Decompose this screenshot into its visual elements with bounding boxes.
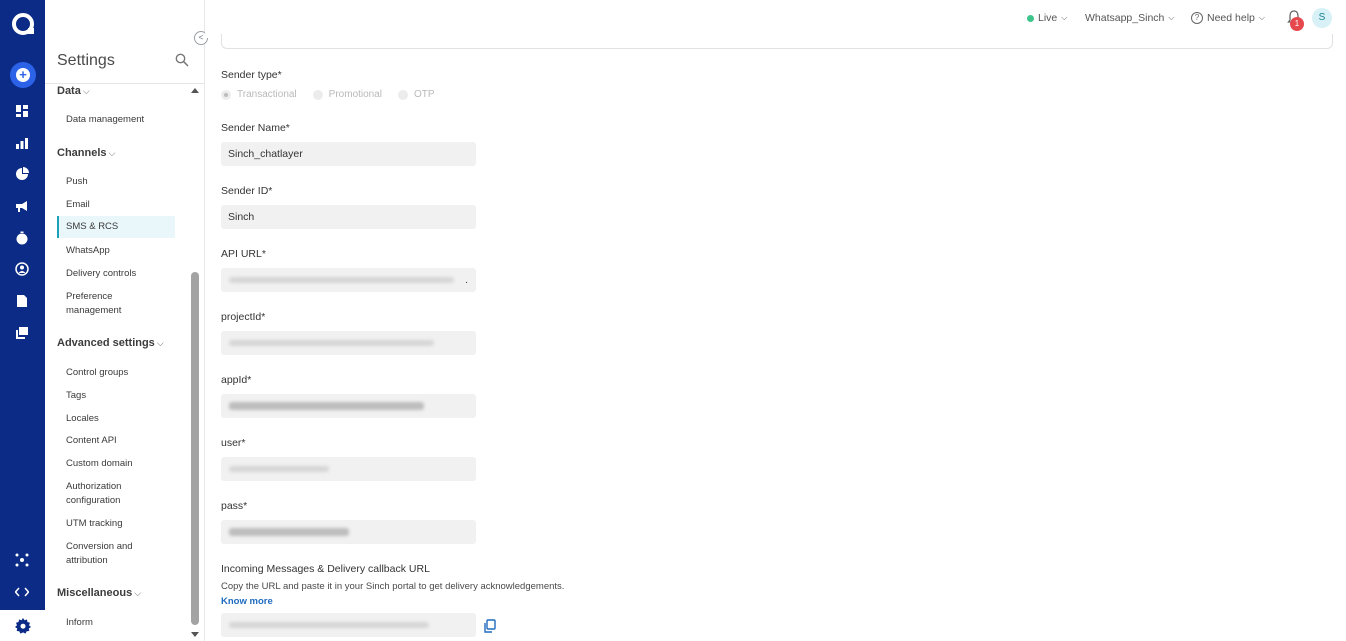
radio-icon [312, 89, 323, 100]
masked-value [229, 277, 454, 283]
pass-label: pass* [221, 500, 248, 512]
analytics-icon[interactable] [15, 136, 29, 150]
code-icon[interactable] [15, 585, 29, 599]
user-label: user* [221, 437, 246, 449]
chevron-down-icon: ⌵ [156, 338, 164, 348]
sidebar-item-data-management[interactable]: Data management [57, 109, 175, 131]
sms-settings-form: Sender type* Transactional Promotional O… [205, 34, 1346, 641]
sender-name-input[interactable]: Sinch_chatlayer [221, 142, 476, 166]
help-menu[interactable]: ? Need help ⌵ [1191, 12, 1265, 24]
section-data[interactable]: Data ⌵ [57, 85, 90, 97]
sidebar-item-custom-domain[interactable]: Custom domain [57, 453, 175, 475]
user-input[interactable] [221, 457, 476, 481]
app-id-input[interactable] [221, 394, 476, 418]
workspace-switcher[interactable]: Whatsapp_Sinch ⌵ [1085, 12, 1174, 24]
settings-sidebar: < Settings Data ⌵ Data management Channel… [45, 0, 208, 641]
masked-value [229, 340, 434, 346]
masked-value [229, 622, 429, 628]
sidebar-item-authorization-configuration[interactable]: Authorization configuration [57, 476, 147, 512]
sidebar-item-conversion-attribution[interactable]: Conversion and attribution [57, 536, 147, 572]
sender-id-label: Sender ID* [221, 185, 273, 197]
callback-url-input[interactable] [221, 613, 476, 637]
sidebar-item-whatsapp[interactable]: WhatsApp [57, 240, 175, 262]
project-id-input[interactable] [221, 331, 476, 355]
chevron-down-icon: ⌵ [108, 148, 116, 158]
scroll-up-arrow-icon[interactable] [191, 88, 199, 93]
masked-value [229, 402, 424, 410]
sender-id-input[interactable]: Sinch [221, 205, 476, 229]
environment-label: Live [1038, 12, 1058, 24]
sidebar-item-push[interactable]: Push [57, 171, 175, 193]
section-advanced-settings[interactable]: Advanced settings ⌵ [57, 337, 164, 349]
radio-transactional[interactable]: Transactional [221, 89, 297, 100]
api-url-input[interactable]: . [221, 268, 476, 292]
plus-icon: + [16, 68, 30, 82]
sidebar-item-inform[interactable]: Inform [57, 612, 175, 634]
notification-badge: 1 [1290, 17, 1304, 31]
settings-gear-icon[interactable] [0, 610, 45, 641]
help-icon: ? [1191, 12, 1203, 24]
callback-url-label: Incoming Messages & Delivery callback UR… [221, 563, 430, 575]
content-library-icon[interactable] [15, 326, 29, 340]
user-profile-icon[interactable] [15, 262, 29, 276]
chevron-down-icon: ⌵ [1258, 13, 1265, 22]
sidebar-item-content-api[interactable]: Content API [57, 430, 175, 452]
app-id-label: appId* [221, 374, 252, 386]
sidebar-item-utm-tracking[interactable]: UTM tracking [57, 513, 175, 535]
pass-input[interactable] [221, 520, 476, 544]
masked-value [229, 466, 329, 472]
radio-icon [398, 89, 409, 100]
environment-switcher[interactable]: Live ⌵ [1027, 12, 1067, 24]
sidebar-item-preference-management[interactable]: Preference management [57, 286, 147, 322]
callback-help-text: Copy the URL and paste it in your Sinch … [221, 581, 565, 592]
chevron-down-icon: ⌵ [82, 86, 90, 96]
sidebar-divider [45, 83, 204, 84]
radio-selected-icon [221, 89, 231, 100]
api-url-trailing-text: . [465, 274, 468, 286]
sender-type-label: Sender type* [221, 69, 282, 81]
campaigns-icon[interactable] [15, 199, 29, 213]
sidebar-item-tags[interactable]: Tags [57, 385, 175, 407]
radio-otp[interactable]: OTP [398, 89, 435, 100]
know-more-link[interactable]: Know more [221, 596, 273, 607]
avatar[interactable]: S [1312, 8, 1332, 28]
scroll-down-arrow-icon[interactable] [191, 632, 199, 637]
project-id-label: projectId* [221, 311, 266, 323]
chevron-down-icon: ⌵ [1168, 13, 1175, 22]
sidebar-item-sms-rcs[interactable]: SMS & RCS [57, 216, 175, 238]
timer-icon[interactable] [15, 231, 29, 245]
sidebar-scrollbar-thumb[interactable] [191, 272, 199, 625]
sidebar-item-delivery-controls[interactable]: Delivery controls [57, 263, 175, 285]
document-icon[interactable] [15, 294, 29, 308]
app-logo-icon[interactable] [12, 13, 34, 35]
sidebar-title: Settings [57, 52, 115, 69]
live-status-dot [1027, 14, 1034, 22]
section-miscellaneous[interactable]: Miscellaneous ⌵ [57, 587, 141, 599]
help-label: Need help [1207, 12, 1255, 24]
sender-type-radio-group: Transactional Promotional OTP [221, 89, 435, 100]
radio-promotional[interactable]: Promotional [312, 89, 382, 100]
segments-icon[interactable] [15, 167, 29, 181]
sidebar-item-control-groups[interactable]: Control groups [57, 362, 175, 384]
chevron-down-icon: ⌵ [134, 588, 142, 598]
app-rail: + [0, 0, 45, 641]
previous-field-box [221, 34, 1333, 49]
masked-value [229, 528, 349, 536]
copy-icon[interactable] [483, 619, 497, 633]
api-url-label: API URL* [221, 248, 266, 260]
create-button[interactable]: + [10, 62, 36, 88]
sender-name-label: Sender Name* [221, 122, 290, 134]
search-icon[interactable] [175, 53, 189, 67]
top-bar: Live ⌵ Whatsapp_Sinch ⌵ ? Need help ⌵ 1 … [205, 0, 1346, 38]
sidebar-item-email[interactable]: Email [57, 194, 175, 216]
section-channels[interactable]: Channels ⌵ [57, 147, 115, 159]
integrations-icon[interactable] [15, 553, 29, 567]
sidebar-item-locales[interactable]: Locales [57, 408, 175, 430]
dashboard-icon[interactable] [15, 104, 29, 118]
workspace-label: Whatsapp_Sinch [1085, 12, 1165, 24]
chevron-down-icon: ⌵ [1061, 13, 1068, 22]
